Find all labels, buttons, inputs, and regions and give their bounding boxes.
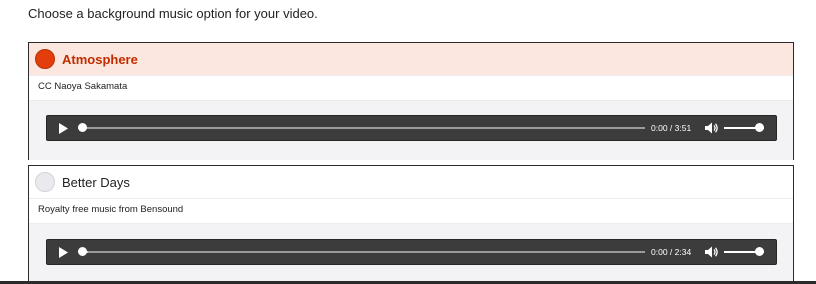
play-icon [59, 246, 68, 258]
volume-button[interactable] [705, 121, 719, 135]
music-option-atmosphere[interactable]: Atmosphere CC Naoya Sakamata 0:00 / 3:51 [28, 42, 794, 160]
radio-button-selected[interactable] [35, 49, 55, 69]
volume-knob[interactable] [755, 247, 764, 256]
option-header[interactable]: Better Days [29, 166, 793, 199]
option-title: Atmosphere [62, 51, 138, 67]
progress-knob[interactable] [78, 247, 87, 256]
play-icon [59, 122, 68, 134]
progress-track [78, 251, 645, 253]
volume-knob[interactable] [755, 123, 764, 132]
player-area: 0:00 / 3:51 [29, 101, 793, 160]
volume-button[interactable] [705, 245, 719, 259]
option-header[interactable]: Atmosphere [29, 43, 793, 76]
option-title: Better Days [62, 174, 130, 190]
time-display: 0:00 / 2:34 [651, 247, 692, 257]
option-credit: CC Naoya Sakamata [29, 76, 793, 101]
volume-slider[interactable] [724, 121, 764, 135]
intro-text: Choose a background music option for you… [28, 6, 318, 21]
progress-bar[interactable] [78, 245, 645, 259]
radio-button-unselected[interactable] [35, 172, 55, 192]
option-credit: Royalty free music from Bensound [29, 199, 793, 224]
volume-icon [705, 122, 718, 134]
volume-slider[interactable] [724, 245, 764, 259]
time-display: 0:00 / 3:51 [651, 123, 692, 133]
progress-track [78, 127, 645, 129]
player-area: 0:00 / 2:34 [29, 224, 793, 281]
audio-player: 0:00 / 3:51 [46, 115, 777, 141]
play-button[interactable] [54, 243, 72, 261]
progress-bar[interactable] [78, 121, 645, 135]
audio-player: 0:00 / 2:34 [46, 239, 777, 265]
volume-icon [705, 246, 718, 258]
play-button[interactable] [54, 119, 72, 137]
music-option-better-days[interactable]: Better Days Royalty free music from Bens… [28, 165, 794, 281]
progress-knob[interactable] [78, 123, 87, 132]
